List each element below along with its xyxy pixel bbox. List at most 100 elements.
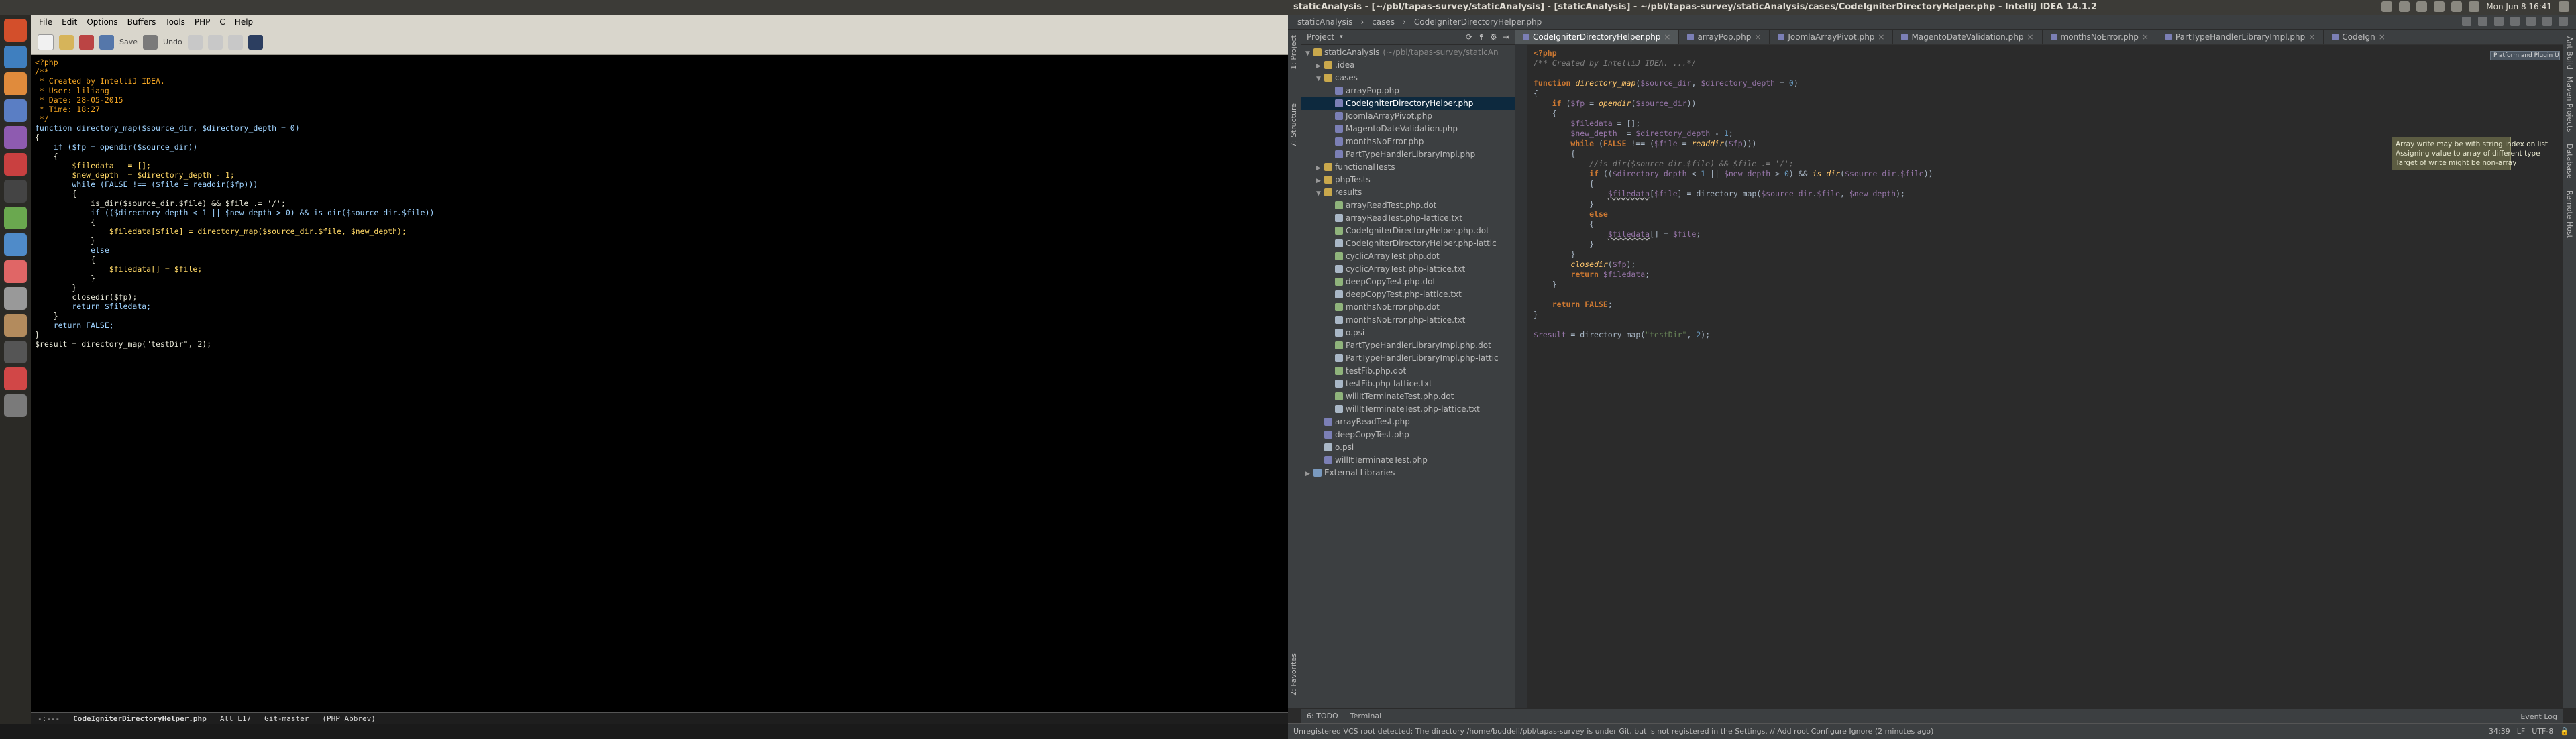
tree-item[interactable]: MagentoDateValidation.php <box>1301 123 1515 135</box>
tree-item[interactable]: arrayReadTest.php.dot <box>1301 199 1515 212</box>
debug-icon[interactable] <box>2478 17 2487 26</box>
emacs-buffer[interactable]: <?php/** * Created by IntelliJ IDEA. * U… <box>31 55 1288 712</box>
close-tab-icon[interactable]: × <box>1754 32 1761 42</box>
menu-edit[interactable]: Edit <box>62 17 77 27</box>
tree-item[interactable]: ▼ results <box>1301 186 1515 199</box>
menu-buffers[interactable]: Buffers <box>127 17 156 27</box>
tree-item[interactable]: arrayReadTest.php <box>1301 416 1515 429</box>
breadcrumb-project[interactable]: staticAnalysis <box>1293 17 1356 27</box>
tree-item[interactable]: PartTypeHandlerLibraryImpl.php <box>1301 148 1515 161</box>
tree-item[interactable]: monthsNoError.php-lattice.txt <box>1301 314 1515 327</box>
tree-item[interactable]: cyclicArrayTest.php-lattice.txt <box>1301 263 1515 276</box>
tree-item[interactable]: ▶ functionalTests <box>1301 161 1515 174</box>
emacs-launcher-icon[interactable] <box>4 126 27 149</box>
collapsed-arrow-icon[interactable]: ▶ <box>1305 468 1313 481</box>
tree-item[interactable]: o.psi <box>1301 441 1515 454</box>
undo-button[interactable]: Undo <box>163 38 182 46</box>
open-folder-icon[interactable] <box>59 34 74 50</box>
undo-icon[interactable] <box>143 34 158 50</box>
battery-icon[interactable] <box>2451 1 2463 12</box>
lock-icon[interactable]: 🔓 <box>2560 727 2569 736</box>
spreadsheet-launcher-icon[interactable] <box>4 207 27 229</box>
chevron-down-icon[interactable]: ▾ <box>1340 34 1343 40</box>
editor-tab[interactable]: CodeIgn × <box>2324 30 2394 44</box>
close-tab-icon[interactable]: × <box>2142 32 2149 42</box>
tree-item[interactable]: ▶ phpTests <box>1301 174 1515 186</box>
tool-tab-event-log[interactable]: Event Log <box>2520 712 2557 721</box>
menu-options[interactable]: Options <box>87 17 117 27</box>
paste-icon[interactable] <box>227 34 243 50</box>
menu-tools[interactable]: Tools <box>165 17 185 27</box>
gear-icon[interactable]: ⚙ <box>1490 32 1497 42</box>
dash-icon[interactable] <box>4 19 27 42</box>
tool-tab-database[interactable]: Database <box>2565 144 2574 179</box>
tree-item[interactable]: arrayPop.php <box>1301 84 1515 97</box>
update-notification[interactable]: Platform and Plugin Updates <box>2490 51 2560 60</box>
new-file-icon[interactable] <box>38 34 54 50</box>
hide-icon[interactable]: ⇥ <box>1503 32 1509 42</box>
status-message[interactable]: Unregistered VCS root detected: The dire… <box>1293 727 1933 736</box>
tree-item[interactable]: willItTerminateTest.php-lattice.txt <box>1301 403 1515 416</box>
tree-item[interactable]: deepCopyTest.php.dot <box>1301 276 1515 288</box>
tool-tab-terminal[interactable]: Terminal <box>1350 712 1382 720</box>
volume-icon[interactable] <box>2469 1 2480 12</box>
tree-item[interactable]: JoomlaArrayPivot.php <box>1301 110 1515 123</box>
tree-item[interactable]: CodeIgniterDirectoryHelper.php-lattic <box>1301 237 1515 250</box>
tree-item[interactable]: testFib.php-lattice.txt <box>1301 378 1515 390</box>
tool-tab-structure[interactable]: 7: Structure <box>1289 103 1298 147</box>
editor-tab[interactable]: PartTypeHandlerLibraryImpl.php × <box>2157 30 2324 44</box>
tool-tab-favorites[interactable]: 2: Favorites <box>1289 653 1298 696</box>
tree-item[interactable]: willItTerminateTest.php.dot <box>1301 390 1515 403</box>
menu-c[interactable]: C <box>219 17 225 27</box>
app-launcher-icon[interactable] <box>4 260 27 283</box>
save-button[interactable]: Save <box>119 38 138 46</box>
close-icon[interactable] <box>79 34 94 50</box>
editor-tab[interactable]: arrayPop.php × <box>1679 30 1770 44</box>
clock[interactable]: Mon Jun 8 16:41 <box>2486 2 2552 11</box>
files-launcher-icon[interactable] <box>4 99 27 122</box>
tree-item[interactable]: monthsNoError.php.dot <box>1301 301 1515 314</box>
editor-tab[interactable]: JoomlaArrayPivot.php × <box>1770 30 1894 44</box>
tree-item[interactable]: ▶ .idea <box>1301 59 1515 72</box>
menu-php[interactable]: PHP <box>195 17 211 27</box>
terminal-launcher-icon[interactable] <box>4 180 27 203</box>
tree-item[interactable]: arrayReadTest.php-lattice.txt <box>1301 212 1515 225</box>
debian-launcher-icon[interactable] <box>4 367 27 390</box>
sync-icon[interactable]: ⟳ <box>1466 32 1472 42</box>
tool-tab-maven[interactable]: Maven Projects <box>2565 76 2574 132</box>
editor-tab[interactable]: monthsNoError.php × <box>2043 30 2157 44</box>
tree-item[interactable]: testFib.php.dot <box>1301 365 1515 378</box>
copy-icon[interactable] <box>207 34 223 50</box>
cursor-position[interactable]: 34:39 <box>2489 727 2510 736</box>
monitor-launcher-icon[interactable] <box>4 341 27 363</box>
tree-item[interactable]: willItTerminateTest.php <box>1301 454 1515 467</box>
tree-item[interactable]: CodeIgniterDirectoryHelper.php <box>1301 97 1515 110</box>
tree-item[interactable]: ▼ staticAnalysis (~/pbl/tapas-survey/stati… <box>1301 46 1515 59</box>
editor-tab[interactable]: CodeIgniterDirectoryHelper.php × <box>1515 30 1680 44</box>
save-icon[interactable] <box>99 34 114 50</box>
menu-file[interactable]: File <box>39 17 52 27</box>
run-icon[interactable] <box>2462 17 2471 26</box>
tree-item[interactable]: monthsNoError.php <box>1301 135 1515 148</box>
tool-tab-remote-host[interactable]: Remote Host <box>2565 190 2574 238</box>
vcs-update-icon[interactable] <box>2510 17 2520 26</box>
tree-item[interactable]: PartTypeHandlerLibraryImpl.php.dot <box>1301 339 1515 352</box>
vcs-commit-icon[interactable] <box>2526 17 2536 26</box>
keyboard-icon[interactable] <box>2416 1 2428 12</box>
editor-tab[interactable]: MagentoDateValidation.php × <box>1893 30 2043 44</box>
tool-tab-todo[interactable]: 6: TODO <box>1307 712 1338 720</box>
chrome-launcher-icon[interactable] <box>4 46 27 68</box>
archive-launcher-icon[interactable] <box>4 314 27 337</box>
tex-launcher-icon[interactable] <box>4 287 27 310</box>
close-tab-icon[interactable]: × <box>2308 32 2315 42</box>
firefox-launcher-icon[interactable] <box>4 72 27 95</box>
file-encoding[interactable]: UTF-8 <box>2532 727 2553 736</box>
intellij-launcher-icon[interactable] <box>4 153 27 176</box>
close-tab-icon[interactable]: × <box>2027 32 2033 42</box>
tree-item[interactable]: o.psi <box>1301 327 1515 339</box>
project-view-selector[interactable]: Project <box>1307 32 1334 42</box>
trash-icon[interactable] <box>4 394 27 417</box>
search-icon[interactable] <box>248 34 263 50</box>
tree-item[interactable]: deepCopyTest.php <box>1301 429 1515 441</box>
cut-icon[interactable] <box>187 34 203 50</box>
